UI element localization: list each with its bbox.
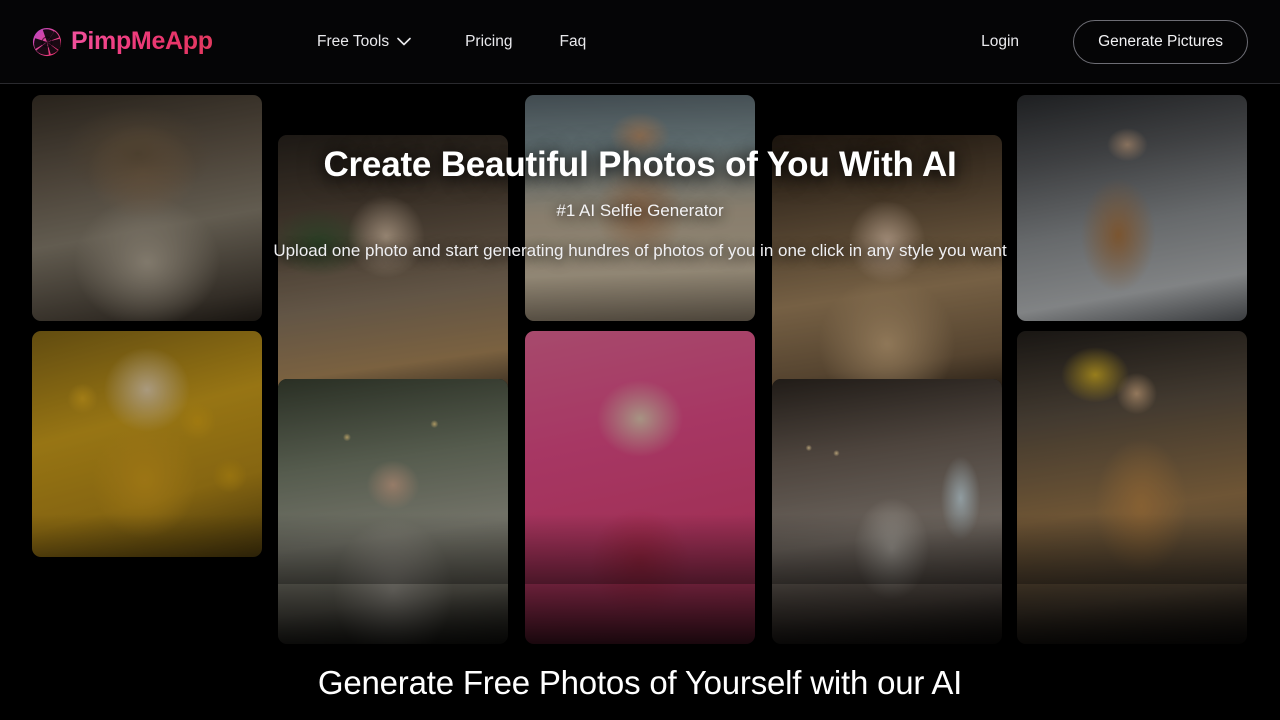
photo-man-street-sunglasses-image xyxy=(1017,331,1247,644)
photo-woman-sunflowers[interactable] xyxy=(32,331,262,557)
chevron-down-icon xyxy=(397,34,411,50)
photo-woman-portrait-blonde[interactable] xyxy=(772,135,1002,403)
photo-woman-cafe-image xyxy=(278,135,508,403)
free-generate-section: Generate Free Photos of Yourself with ou… xyxy=(0,664,1280,720)
nav-item-faq-label: Faq xyxy=(559,33,587,51)
photo-man-swimwear-beach[interactable] xyxy=(525,95,755,321)
photo-man-winter-coat-image xyxy=(1017,95,1247,321)
photo-woman-cafe[interactable] xyxy=(278,135,508,403)
nav-item-faq[interactable]: Faq xyxy=(559,26,586,58)
brand-logo[interactable]: PimpMeApp xyxy=(32,27,213,57)
photo-grid xyxy=(0,84,1280,720)
aperture-icon xyxy=(32,27,62,57)
photo-woman-pink-backdrop-image xyxy=(525,331,755,644)
hero-section: Create Beautiful Photos of You With AI #… xyxy=(0,84,1280,720)
brand-name: PimpMeApp xyxy=(71,27,213,55)
free-generate-title: Generate Free Photos of Yourself with ou… xyxy=(317,664,963,701)
photo-man-kitchen-chef-image xyxy=(772,379,1002,644)
photo-man-wedding-suit-image xyxy=(278,379,508,644)
photo-man-kitchen-chef[interactable] xyxy=(772,379,1002,644)
primary-nav: Free Tools Pricing Faq xyxy=(317,0,586,84)
photo-man-street-sunglasses[interactable] xyxy=(1017,331,1247,644)
nav-item-free-tools[interactable]: Free Tools xyxy=(317,26,411,58)
photo-man-wedding-suit[interactable] xyxy=(278,379,508,644)
top-navbar: PimpMeApp Free Tools Pricing Faq Login G… xyxy=(0,0,1280,84)
photo-man-winter-coat[interactable] xyxy=(1017,95,1247,321)
nav-item-pricing-label: Pricing xyxy=(465,33,513,51)
photo-woman-pink-backdrop[interactable] xyxy=(525,331,755,644)
photo-man-beach-shirt[interactable] xyxy=(32,95,262,321)
photo-woman-sunflowers-image xyxy=(32,331,262,557)
generate-pictures-button[interactable]: Generate Pictures xyxy=(1073,20,1248,64)
photo-woman-portrait-blonde-image xyxy=(772,135,1002,403)
photo-man-beach-shirt-image xyxy=(32,95,262,321)
nav-actions: Login Generate Pictures xyxy=(981,0,1248,84)
nav-item-pricing[interactable]: Pricing xyxy=(465,26,512,58)
photo-man-swimwear-beach-image xyxy=(525,95,755,321)
nav-item-free-tools-label: Free Tools xyxy=(317,33,390,51)
login-link[interactable]: Login xyxy=(981,33,1019,51)
